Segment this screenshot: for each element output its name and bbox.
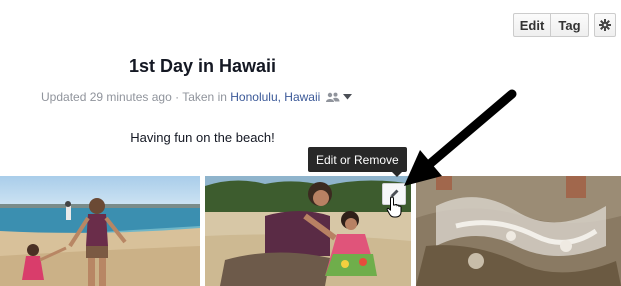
photo-thumbnail-2[interactable] <box>205 176 411 286</box>
taken-in-text: · Taken in <box>171 90 231 104</box>
album-meta: Updated 29 minutes ago · Taken in Honolu… <box>41 90 353 104</box>
location-link[interactable]: Honolulu, Hawaii <box>230 90 320 104</box>
chevron-down-icon <box>343 94 353 100</box>
updated-text: Updated 29 minutes ago <box>41 90 172 104</box>
edit-or-remove-tooltip: Edit or Remove <box>308 147 407 177</box>
hand-cursor-icon <box>386 196 402 218</box>
header-actions: Edit Tag <box>513 13 589 37</box>
privacy-selector[interactable] <box>326 92 353 102</box>
album-description: Having fun on the beach! <box>130 130 275 145</box>
photo-thumbnail-1[interactable] <box>0 176 200 286</box>
album-title: 1st Day in Hawaii <box>128 56 277 76</box>
gear-icon <box>599 19 611 31</box>
friends-icon <box>326 92 340 102</box>
edit-button[interactable]: Edit <box>513 13 551 37</box>
settings-button[interactable] <box>594 13 616 37</box>
photo-thumbnail-3[interactable] <box>416 176 621 286</box>
tag-button[interactable]: Tag <box>551 13 589 37</box>
